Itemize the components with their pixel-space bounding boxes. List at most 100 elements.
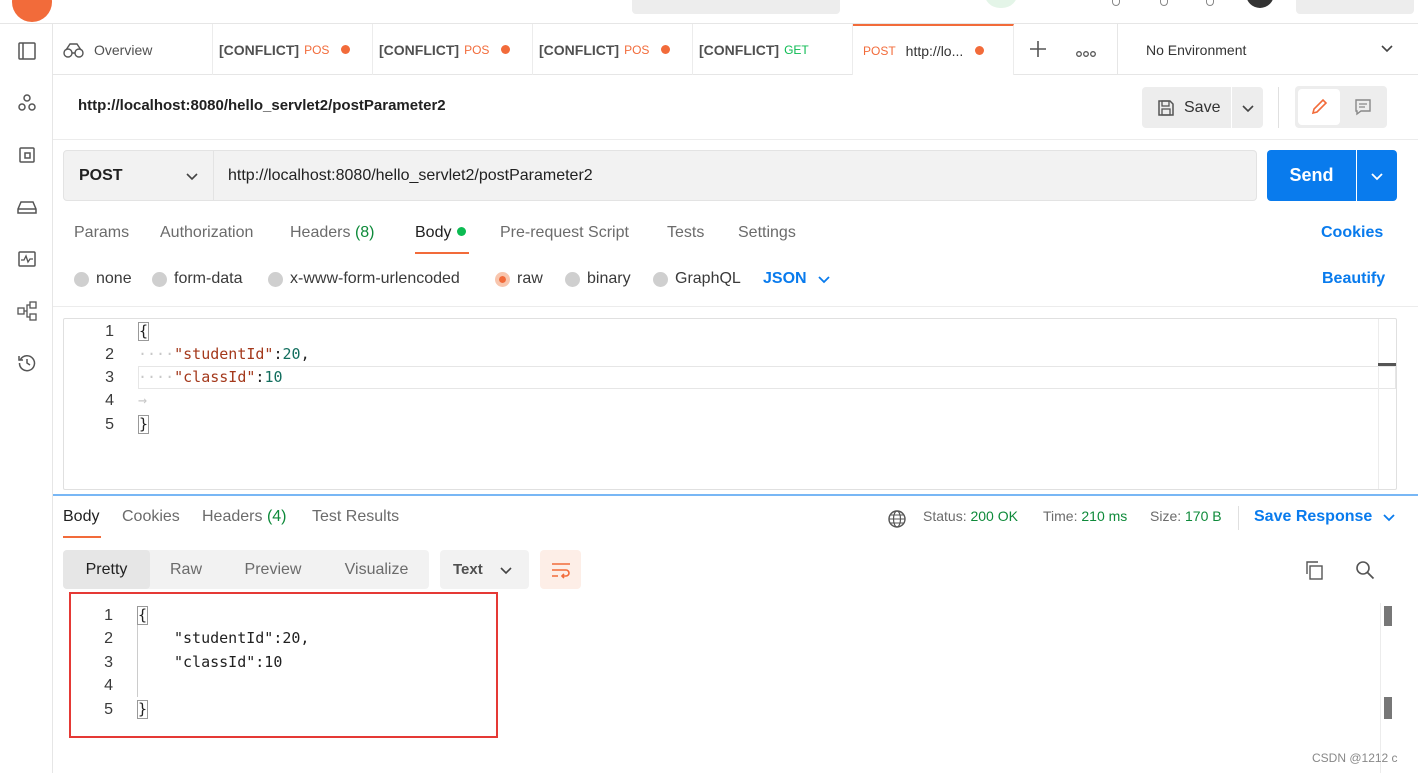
radio-none[interactable]: none xyxy=(74,270,132,288)
brace-open: { xyxy=(138,322,150,341)
view-visualize[interactable]: Visualize xyxy=(324,550,429,589)
editor-scrollbar[interactable] xyxy=(1378,319,1396,489)
globe-icon[interactable] xyxy=(887,509,907,534)
unsaved-dot-icon xyxy=(661,45,671,54)
response-view-toggle: Pretty Raw Preview Visualize xyxy=(63,550,429,589)
wrap-lines-button[interactable] xyxy=(540,550,581,589)
tab-method: POS xyxy=(624,42,650,57)
comments-button[interactable] xyxy=(1343,89,1383,125)
radio-urlencoded[interactable]: x-www-form-urlencoded xyxy=(268,270,460,288)
radio-raw[interactable]: raw xyxy=(495,270,543,288)
tab-headers-label: Headers xyxy=(290,224,351,241)
search-icon[interactable] xyxy=(1354,559,1376,586)
response-scrollbar[interactable] xyxy=(1380,603,1394,773)
apis-icon[interactable] xyxy=(16,92,38,114)
tab-label: http://lo... xyxy=(905,42,964,59)
tab-tests[interactable]: Tests xyxy=(667,224,704,242)
tab-conflict-4[interactable]: [CONFLICT] GET xyxy=(693,24,853,75)
radio-form-data[interactable]: form-data xyxy=(152,270,242,288)
view-raw[interactable]: Raw xyxy=(150,550,222,589)
tab-method: POST xyxy=(863,43,896,58)
unsaved-dot-icon xyxy=(975,46,985,55)
radio-label: form-data xyxy=(174,270,243,287)
send-dropdown-button[interactable] xyxy=(1357,150,1397,201)
response-tab-headers[interactable]: Headers (4) xyxy=(202,508,287,526)
chevron-down-icon xyxy=(1241,101,1255,115)
tab-authorization[interactable]: Authorization xyxy=(160,224,253,242)
tab-conflict-2[interactable]: [CONFLICT] POS xyxy=(373,24,533,75)
response-resize-handle[interactable] xyxy=(53,494,1418,496)
radio-label: GraphQL xyxy=(675,270,741,287)
tab-label: [CONFLICT] xyxy=(699,41,780,58)
new-tab-icon[interactable] xyxy=(1028,39,1048,64)
scrollbar-thumb[interactable] xyxy=(1384,606,1392,626)
chevron-down-icon xyxy=(1380,41,1394,58)
format-select[interactable]: JSON xyxy=(763,270,831,288)
monitors-icon[interactable] xyxy=(16,248,38,270)
view-preview[interactable]: Preview xyxy=(222,550,324,589)
tab-settings[interactable]: Settings xyxy=(738,224,796,242)
chevron-down-icon xyxy=(1370,169,1384,183)
history-icon[interactable] xyxy=(16,352,38,374)
copy-icon[interactable] xyxy=(1303,559,1325,586)
response-format-select[interactable]: Text xyxy=(440,550,529,589)
radio-binary[interactable]: binary xyxy=(565,270,631,288)
brace-close: } xyxy=(138,415,150,434)
send-label: Send xyxy=(1289,165,1334,185)
chevron-down-icon xyxy=(817,272,831,286)
radio-label: raw xyxy=(517,270,543,287)
url-input[interactable] xyxy=(214,150,1257,201)
time-info: Time: 210 ms xyxy=(1043,508,1127,524)
headers-count: (8) xyxy=(354,224,375,241)
request-title[interactable]: http://localhost:8080/hello_servlet2/pos… xyxy=(78,97,446,114)
sync-status-icon[interactable] xyxy=(984,0,1018,8)
view-pretty[interactable]: Pretty xyxy=(63,550,150,589)
top-app-bar xyxy=(0,0,1418,24)
overview-icon xyxy=(63,42,84,58)
save-response-button[interactable]: Save Response xyxy=(1254,508,1396,526)
response-tab-test-results[interactable]: Test Results xyxy=(312,508,399,526)
mock-servers-icon[interactable] xyxy=(16,196,38,218)
collections-icon[interactable] xyxy=(16,40,38,62)
bell-icon[interactable] xyxy=(1206,0,1214,6)
tab-conflict-1[interactable]: [CONFLICT] POS xyxy=(213,24,373,75)
more-tabs-icon[interactable] xyxy=(1075,45,1097,63)
method-select[interactable]: POST xyxy=(63,150,214,201)
tab-body[interactable]: Body xyxy=(415,224,467,242)
save-button[interactable]: Save xyxy=(1142,87,1231,128)
tab-label: [CONFLICT] xyxy=(539,41,620,58)
tab-active-request[interactable]: POST http://lo... xyxy=(853,24,1014,75)
beautify-link[interactable]: Beautify xyxy=(1322,270,1385,288)
avatar[interactable] xyxy=(1246,0,1274,8)
environments-icon[interactable] xyxy=(16,144,38,166)
pencil-icon xyxy=(1309,97,1329,117)
time-value: 210 ms xyxy=(1081,508,1128,524)
line-number: 3 xyxy=(105,369,114,386)
tab-params[interactable]: Params xyxy=(74,224,129,242)
chevron-down-icon xyxy=(1382,510,1396,524)
environment-selector[interactable]: No Environment xyxy=(1117,24,1418,75)
notification-icon[interactable] xyxy=(1160,0,1168,6)
search-bar[interactable] xyxy=(632,0,840,14)
watermark: CSDN @1212 c xyxy=(1312,751,1398,765)
tab-pre-request-script[interactable]: Pre-request Script xyxy=(500,224,629,242)
response-tab-cookies[interactable]: Cookies xyxy=(122,508,180,526)
radio-circle xyxy=(268,271,283,287)
tab-method: POS xyxy=(304,42,330,57)
tab-headers[interactable]: Headers (8) xyxy=(290,224,375,242)
radio-graphql[interactable]: GraphQL xyxy=(653,270,741,288)
cookies-link[interactable]: Cookies xyxy=(1321,224,1383,242)
save-dropdown-button[interactable] xyxy=(1232,87,1263,128)
chevron-down-icon xyxy=(185,169,199,188)
response-tab-body[interactable]: Body xyxy=(63,508,99,526)
edit-mode-button[interactable] xyxy=(1298,89,1340,125)
upgrade-button[interactable] xyxy=(1296,0,1414,14)
scrollbar-thumb[interactable] xyxy=(1384,697,1392,719)
tab-conflict-3[interactable]: [CONFLICT] POS xyxy=(533,24,693,75)
tab-overview[interactable]: Overview xyxy=(53,24,213,75)
code-line: 2 ····"studentId":20, xyxy=(64,343,1396,366)
send-button[interactable]: Send xyxy=(1267,150,1356,201)
flows-icon[interactable] xyxy=(16,300,38,322)
settings-icon[interactable] xyxy=(1112,0,1120,6)
request-body-editor[interactable]: 1 { 2 ····"studentId":20, 3 ····"classId… xyxy=(63,318,1397,490)
